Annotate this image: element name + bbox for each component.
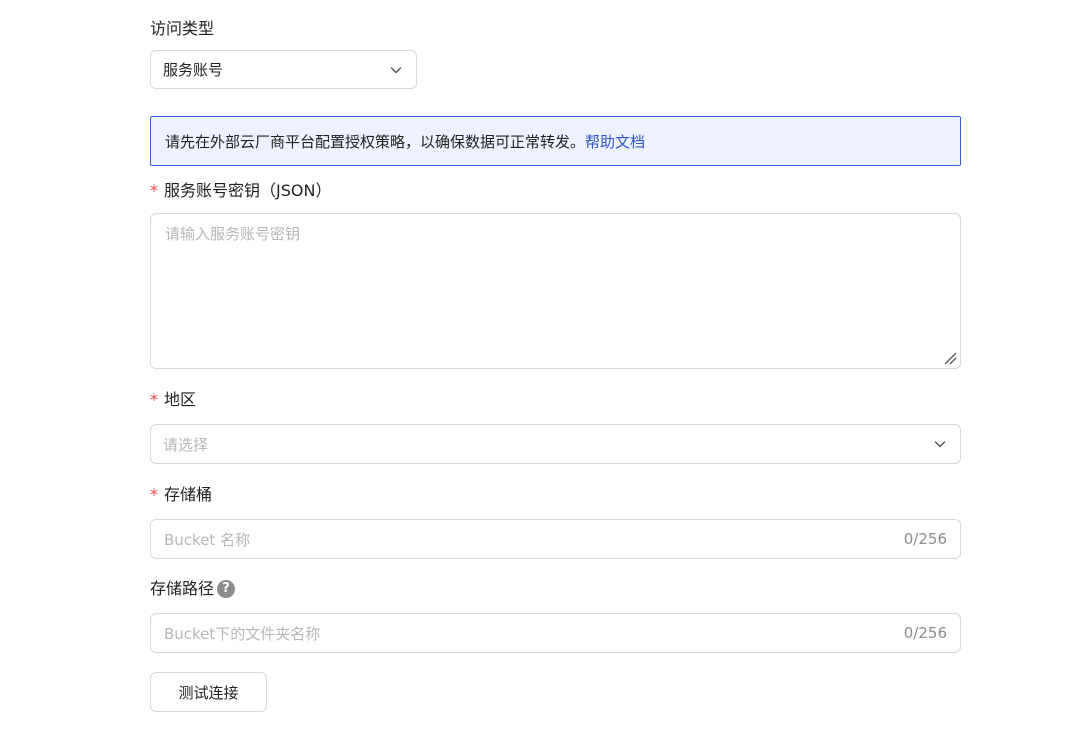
bucket-label: * 存储桶: [150, 484, 212, 506]
service-key-textarea[interactable]: 请输入服务账号密钥: [150, 213, 961, 369]
access-type-value: 服务账号: [163, 61, 224, 79]
storage-config-form: 访问类型 服务账号 请先在外部云厂商平台配置授权策略，以确保数据可正常转发。 帮…: [0, 0, 1072, 734]
test-connection-button[interactable]: 测试连接: [150, 672, 267, 712]
chevron-down-icon: [390, 66, 402, 73]
region-label-text: 地区: [164, 390, 197, 409]
required-mark: *: [150, 485, 158, 504]
path-placeholder: Bucket下的文件夹名称: [164, 624, 321, 643]
required-mark: *: [150, 390, 158, 409]
required-mark: *: [150, 181, 158, 200]
help-doc-link[interactable]: 帮助文档: [585, 131, 645, 152]
region-select[interactable]: 请选择: [150, 424, 961, 464]
service-key-placeholder: 请输入服务账号密钥: [165, 225, 301, 243]
bucket-label-text: 存储桶: [164, 485, 213, 504]
question-circle-icon[interactable]: ?: [217, 580, 236, 598]
path-label-text: 存储路径: [150, 579, 215, 598]
test-connection-label: 测试连接: [178, 683, 239, 702]
region-label: * 地区: [150, 389, 196, 411]
access-type-select[interactable]: 服务账号: [150, 50, 417, 89]
region-placeholder: 请选择: [163, 435, 209, 454]
bucket-placeholder: Bucket 名称: [164, 530, 251, 549]
access-type-label: 访问类型: [150, 18, 214, 40]
service-key-label: * 服务账号密钥（JSON）: [150, 180, 331, 202]
path-char-counter: 0/256: [903, 624, 947, 642]
path-input[interactable]: Bucket下的文件夹名称 0/256: [150, 613, 961, 653]
notice-text: 请先在外部云厂商平台配置授权策略，以确保数据可正常转发。: [165, 132, 586, 151]
service-key-label-text: 服务账号密钥（JSON）: [164, 181, 332, 200]
auth-policy-notice: 请先在外部云厂商平台配置授权策略，以确保数据可正常转发。 帮助文档: [150, 116, 961, 166]
access-type-label-text: 访问类型: [150, 19, 215, 38]
path-label: 存储路径 ?: [150, 578, 236, 600]
chevron-down-icon: [934, 441, 946, 448]
bucket-input[interactable]: Bucket 名称 0/256: [150, 519, 961, 559]
resize-handle-icon[interactable]: [943, 351, 957, 365]
bucket-char-counter: 0/256: [903, 530, 947, 548]
